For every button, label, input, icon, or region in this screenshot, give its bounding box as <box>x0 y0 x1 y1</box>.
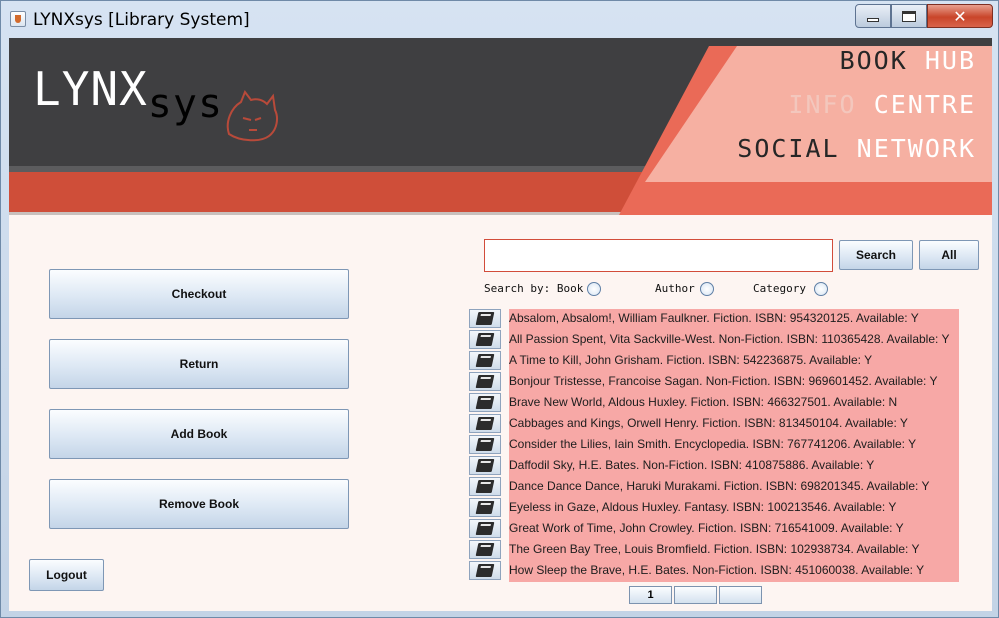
book-detail-button[interactable] <box>469 372 501 391</box>
remove-book-button[interactable]: Remove Book <box>49 479 349 529</box>
lynxsys-logo: LYNXsys <box>33 62 223 127</box>
book-row[interactable]: Dance Dance Dance, Haruki Murakami. Fict… <box>469 477 959 498</box>
book-detail-button[interactable] <box>469 456 501 475</box>
book-detail-button[interactable] <box>469 393 501 412</box>
book-list: Absalom, Absalom!, William Faulkner. Fic… <box>469 309 959 582</box>
book-icon <box>475 459 495 472</box>
close-icon: ✕ <box>953 6 967 26</box>
book-row[interactable]: Great Work of Time, John Crowley. Fictio… <box>469 519 959 540</box>
nav-info-centre-word1: INFO <box>788 90 857 119</box>
nav-book-hub-word2: HUB <box>924 46 976 75</box>
nav-info-centre-word2: CENTRE <box>873 90 976 119</box>
logo-sub-text: sys <box>147 81 224 127</box>
header-banner: LYNXsys BOOK HUB INFO CENTRE SOCIAL NETW… <box>9 38 992 215</box>
book-entry-text: How Sleep the Brave, H.E. Bates. Non-Fic… <box>509 561 959 582</box>
book-entry-text: The Green Bay Tree, Louis Bromfield. Fic… <box>509 540 959 561</box>
app-window: LYNXsys [Library System] ✕ LYNXsys BOOK … <box>0 0 999 618</box>
book-detail-button[interactable] <box>469 561 501 580</box>
book-row[interactable]: Daffodil Sky, H.E. Bates. Non-Fiction. I… <box>469 456 959 477</box>
book-row[interactable]: Absalom, Absalom!, William Faulkner. Fic… <box>469 309 959 330</box>
book-detail-button[interactable] <box>469 414 501 433</box>
book-icon <box>475 354 495 367</box>
nav-social-network-word2: NETWORK <box>856 134 976 163</box>
window-title: LYNXsys [Library System] <box>33 10 250 30</box>
nav-book-hub-word1: BOOK <box>839 46 908 75</box>
search-by-author-label: Author <box>655 282 695 295</box>
search-by-book-radio[interactable] <box>587 282 601 296</box>
book-entry-text: All Passion Spent, Vita Sackville-West. … <box>509 330 959 351</box>
book-detail-button[interactable] <box>469 435 501 454</box>
maximize-button[interactable] <box>891 4 927 28</box>
book-row[interactable]: Consider the Lilies, Iain Smith. Encyclo… <box>469 435 959 456</box>
close-button[interactable]: ✕ <box>927 4 993 28</box>
book-icon <box>475 543 495 556</box>
book-icon <box>475 396 495 409</box>
checkout-button[interactable]: Checkout <box>49 269 349 319</box>
search-by-author-radio[interactable] <box>700 282 714 296</box>
book-entry-text: Consider the Lilies, Iain Smith. Encyclo… <box>509 435 959 456</box>
book-row[interactable]: A Time to Kill, John Grisham. Fiction. I… <box>469 351 959 372</box>
page-button-3[interactable] <box>719 586 762 604</box>
logout-button[interactable]: Logout <box>29 559 104 591</box>
book-icon <box>475 375 495 388</box>
book-entry-text: Eyeless in Gaze, Aldous Huxley. Fantasy.… <box>509 498 959 519</box>
book-detail-button[interactable] <box>469 309 501 328</box>
minimize-button[interactable] <box>855 4 891 28</box>
nav-book-hub[interactable]: BOOK HUB <box>840 46 976 75</box>
page-button-1[interactable]: 1 <box>629 586 672 604</box>
nav-social-network[interactable]: SOCIAL NETWORK <box>737 134 976 163</box>
book-detail-button[interactable] <box>469 498 501 517</box>
book-entry-text: Absalom, Absalom!, William Faulkner. Fic… <box>509 309 959 330</box>
page-button-2[interactable] <box>674 586 717 604</box>
add-book-button[interactable]: Add Book <box>49 409 349 459</box>
book-icon <box>475 522 495 535</box>
all-button[interactable]: All <box>919 240 979 270</box>
book-detail-button[interactable] <box>469 351 501 370</box>
book-icon <box>475 564 495 577</box>
maximize-icon <box>902 10 916 22</box>
minimize-icon <box>867 18 879 22</box>
book-entry-text: Bonjour Tristesse, Francoise Sagan. Non-… <box>509 372 959 393</box>
search-input[interactable] <box>484 239 833 272</box>
book-detail-button[interactable] <box>469 477 501 496</box>
book-entry-text: Brave New World, Aldous Huxley. Fiction.… <box>509 393 959 414</box>
book-row[interactable]: The Green Bay Tree, Louis Bromfield. Fic… <box>469 540 959 561</box>
book-detail-button[interactable] <box>469 330 501 349</box>
book-row[interactable]: Cabbages and Kings, Orwell Henry. Fictio… <box>469 414 959 435</box>
book-row[interactable]: Eyeless in Gaze, Aldous Huxley. Fantasy.… <box>469 498 959 519</box>
book-row[interactable]: How Sleep the Brave, H.E. Bates. Non-Fic… <box>469 561 959 582</box>
book-entry-text: Dance Dance Dance, Haruki Murakami. Fict… <box>509 477 959 498</box>
book-icon <box>475 438 495 451</box>
book-icon <box>475 333 495 346</box>
return-button[interactable]: Return <box>49 339 349 389</box>
book-row[interactable]: All Passion Spent, Vita Sackville-West. … <box>469 330 959 351</box>
book-entry-text: A Time to Kill, John Grisham. Fiction. I… <box>509 351 959 372</box>
book-row[interactable]: Bonjour Tristesse, Francoise Sagan. Non-… <box>469 372 959 393</box>
search-button[interactable]: Search <box>839 240 913 270</box>
book-entry-text: Cabbages and Kings, Orwell Henry. Fictio… <box>509 414 959 435</box>
java-app-icon <box>10 11 26 27</box>
search-by-category-radio[interactable] <box>814 282 828 296</box>
nav-social-network-word1: SOCIAL <box>737 134 840 163</box>
nav-info-centre[interactable]: INFO CENTRE <box>788 90 976 119</box>
search-by-category-label: Category <box>753 282 806 295</box>
book-icon <box>475 501 495 514</box>
book-detail-button[interactable] <box>469 540 501 559</box>
lynx-head-icon <box>226 89 278 142</box>
book-detail-button[interactable] <box>469 519 501 538</box>
search-by-book-label: Search by: Book <box>484 282 584 295</box>
title-bar[interactable]: LYNXsys [Library System] ✕ <box>1 1 998 37</box>
client-area: LYNXsys BOOK HUB INFO CENTRE SOCIAL NETW… <box>9 38 992 611</box>
book-icon <box>475 417 495 430</box>
book-icon <box>475 312 495 325</box>
book-row[interactable]: Brave New World, Aldous Huxley. Fiction.… <box>469 393 959 414</box>
book-entry-text: Great Work of Time, John Crowley. Fictio… <box>509 519 959 540</box>
book-icon <box>475 480 495 493</box>
logo-main-text: LYNX <box>33 62 148 116</box>
book-entry-text: Daffodil Sky, H.E. Bates. Non-Fiction. I… <box>509 456 959 477</box>
